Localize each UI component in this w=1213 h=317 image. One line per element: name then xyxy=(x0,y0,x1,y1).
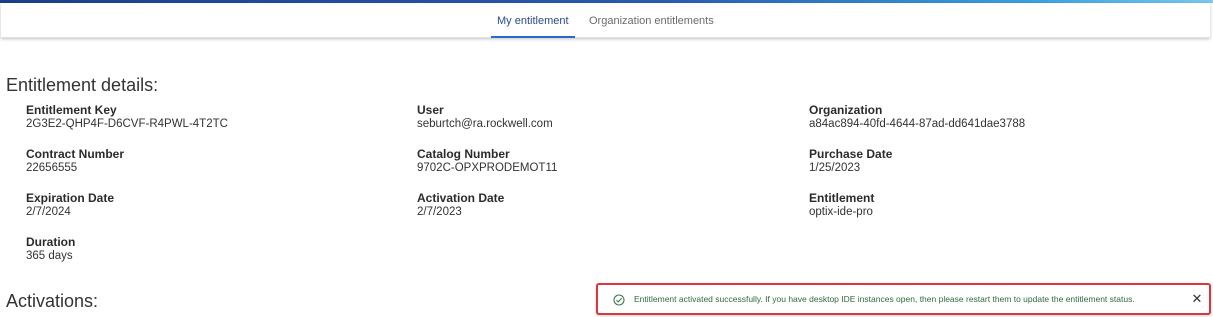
activations-heading: Activations: xyxy=(6,291,99,311)
organization-value: a84ac894-40fd-4644-87ad-dd641dae3788 xyxy=(809,118,1026,130)
organization-label: Organization xyxy=(809,103,883,117)
duration-value: 365 days xyxy=(26,250,73,262)
entitlement-key-field: Entitlement Key 2G3E2-QHP4F-D6CVF-R4PWL-… xyxy=(26,103,228,131)
purchase-date-label: Purchase Date xyxy=(809,147,893,161)
user-label: User xyxy=(417,103,444,117)
contract-number-label: Contract Number xyxy=(26,147,125,161)
entitlement-details-heading: Entitlement details: xyxy=(6,75,159,95)
contract-number-field: Contract Number 22656555 xyxy=(26,147,124,175)
entitlement-key-label: Entitlement Key xyxy=(26,103,117,117)
expiration-date-field: Expiration Date 2/7/2024 xyxy=(26,191,114,219)
organization-field: Organization a84ac894-40fd-4644-87ad-dd6… xyxy=(809,103,1025,131)
purchase-date-value: 1/25/2023 xyxy=(809,162,861,174)
purchase-date-field: Purchase Date 1/25/2023 xyxy=(809,147,892,175)
duration-field: Duration 365 days xyxy=(26,235,75,263)
tab-my-entitlement[interactable]: My entitlement xyxy=(491,3,575,38)
catalog-number-value: 9702C-OPXPRODEMOT11 xyxy=(417,162,558,174)
tab-bar: My entitlement Organization entitlements xyxy=(1,3,1210,38)
activation-date-value: 2/7/2023 xyxy=(417,206,462,218)
activation-date-label: Activation Date xyxy=(417,191,505,205)
success-toast: Entitlement activated successfully. If y… xyxy=(596,283,1211,315)
entitlement-field: Entitlement optix-ide-pro xyxy=(809,191,874,219)
duration-label: Duration xyxy=(26,235,76,249)
catalog-number-label: Catalog Number xyxy=(417,147,510,161)
user-field: User seburtch@ra.rockwell.com xyxy=(417,103,553,131)
entitlement-key-value: 2G3E2-QHP4F-D6CVF-R4PWL-4T2TC xyxy=(26,118,228,130)
catalog-number-field: Catalog Number 9702C-OPXPRODEMOT11 xyxy=(417,147,557,175)
tab-organization-entitlements[interactable]: Organization entitlements xyxy=(589,3,714,38)
entitlement-label: Entitlement xyxy=(809,191,875,205)
expiration-date-value: 2/7/2024 xyxy=(26,206,71,218)
activation-date-field: Activation Date 2/7/2023 xyxy=(417,191,504,219)
close-icon[interactable]: ✕ xyxy=(1190,292,1204,306)
entitlement-value: optix-ide-pro xyxy=(809,206,873,218)
expiration-date-label: Expiration Date xyxy=(26,191,115,205)
user-value: seburtch@ra.rockwell.com xyxy=(417,118,553,130)
toast-message: Entitlement activated successfully. If y… xyxy=(634,294,1135,304)
contract-number-value: 22656555 xyxy=(26,162,78,174)
check-circle-icon xyxy=(613,293,625,306)
